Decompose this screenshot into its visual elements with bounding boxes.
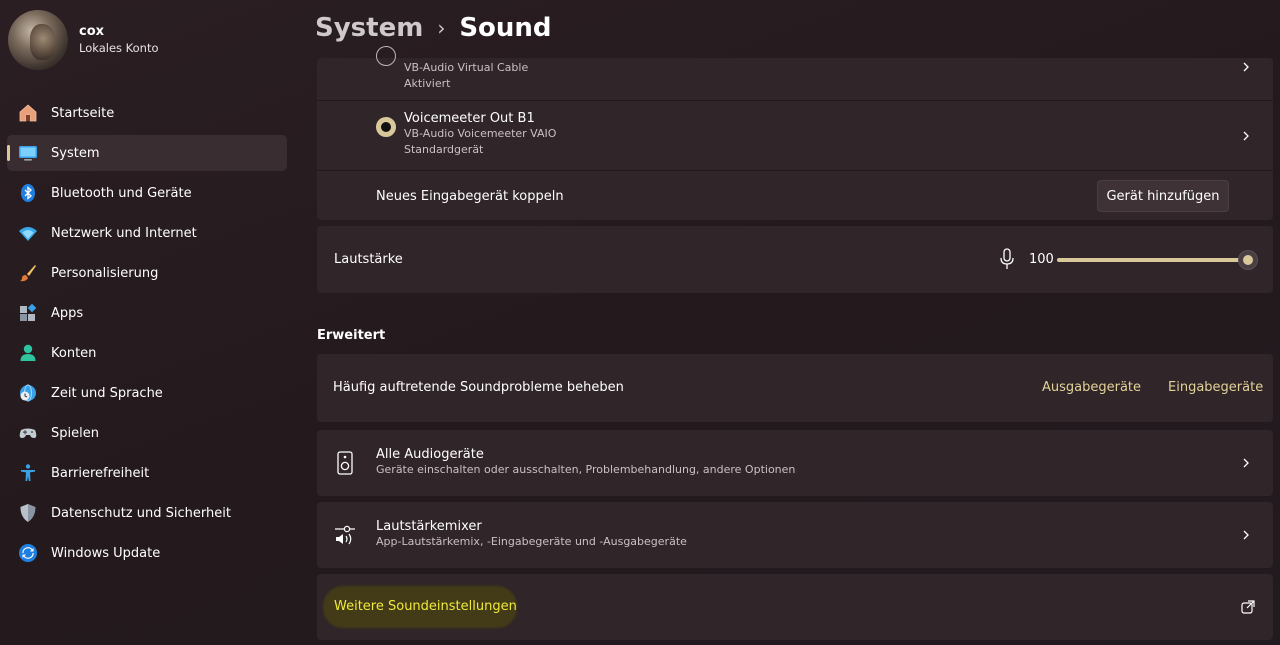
sidebar-item-datenschutz[interactable]: Datenschutz und Sicherheit xyxy=(7,495,287,531)
monitor-icon xyxy=(18,143,38,163)
avatar[interactable] xyxy=(8,10,68,70)
section-title-erweitert: Erweitert xyxy=(317,328,386,343)
all-audio-devices-text: Alle Audiogeräte Geräte einschalten oder… xyxy=(376,447,795,478)
pair-device-row: Neues Eingabegerät koppeln Gerät hinzufü… xyxy=(317,170,1273,220)
chevron-right-icon xyxy=(1243,458,1249,468)
sidebar-item-barrierefreiheit[interactable]: Barrierefreiheit xyxy=(7,455,287,491)
input-devices-card: VB-Audio Virtual Cable Aktiviert Voiceme… xyxy=(317,46,1273,220)
chevron-right-icon xyxy=(1243,62,1249,72)
brush-icon xyxy=(18,263,38,283)
device-radio[interactable] xyxy=(376,46,396,66)
sidebar-item-startseite[interactable]: Startseite xyxy=(7,95,287,131)
device-driver: VB-Audio Voicemeeter VAIO xyxy=(404,127,557,140)
add-device-button[interactable]: Gerät hinzufügen xyxy=(1097,180,1229,212)
sidebar-item-label: Konten xyxy=(51,345,97,361)
volume-slider-track[interactable] xyxy=(1057,258,1247,262)
sidebar-item-konten[interactable]: Konten xyxy=(7,335,287,371)
troubleshoot-label: Häufig auftretende Soundprobleme beheben xyxy=(333,380,624,395)
sidebar-item-label: Startseite xyxy=(51,105,115,121)
device-driver: VB-Audio Virtual Cable xyxy=(404,61,529,74)
sidebar-item-label: Barrierefreiheit xyxy=(51,465,150,481)
shield-icon xyxy=(18,503,38,523)
pair-device-label: Neues Eingabegerät koppeln xyxy=(376,189,564,204)
volume-mixer-title: Lautstärkemixer xyxy=(376,519,482,534)
gamepad-icon xyxy=(18,423,38,443)
sidebar-item-label: Bluetooth und Geräte xyxy=(51,185,192,201)
sidebar-item-zeit-sprache[interactable]: Zeit und Sprache xyxy=(7,375,287,411)
profile-name: cox xyxy=(79,24,105,39)
all-audio-devices-title: Alle Audiogeräte xyxy=(376,447,484,462)
chevron-right-icon xyxy=(1243,530,1249,540)
volume-slider-thumb[interactable] xyxy=(1238,250,1258,270)
sidebar-item-label: Zeit und Sprache xyxy=(51,385,163,401)
device-text: Voicemeeter Out B1 VB-Audio Voicemeeter … xyxy=(404,111,556,158)
profile-text: cox Lokales Konto xyxy=(79,24,159,56)
sidebar-item-label: Windows Update xyxy=(51,545,161,561)
external-link-icon xyxy=(1241,600,1255,614)
chevron-right-icon xyxy=(1243,131,1249,141)
apps-icon xyxy=(18,303,38,323)
volume-mixer-sub: App-Lautstärkemix, -Eingabegeräte und -A… xyxy=(376,535,687,548)
profile-account: Lokales Konto xyxy=(79,41,159,55)
device-status: Standardgerät xyxy=(404,143,484,156)
breadcrumb: System › Sound xyxy=(315,10,552,46)
wifi-icon xyxy=(18,223,38,243)
device-row-voicemeeter[interactable]: Voicemeeter Out B1 VB-Audio Voicemeeter … xyxy=(317,100,1273,170)
sidebar-item-spielen[interactable]: Spielen xyxy=(7,415,287,451)
profile[interactable]: cox Lokales Konto xyxy=(8,10,159,70)
device-status: Aktiviert xyxy=(404,77,451,90)
page-title: Sound xyxy=(459,13,552,43)
sidebar-item-personalisierung[interactable]: Personalisierung xyxy=(7,255,287,291)
sidebar-item-network[interactable]: Netzwerk und Internet xyxy=(7,215,287,251)
sidebar-item-apps[interactable]: Apps xyxy=(7,295,287,331)
sidebar-item-label: Apps xyxy=(51,305,84,321)
globe-clock-icon xyxy=(18,383,38,403)
home-icon xyxy=(18,103,38,123)
device-text: VB-Audio Virtual Cable Aktiviert xyxy=(404,60,528,92)
more-sound-settings-label: Weitere Soundeinstellungen xyxy=(334,599,517,614)
device-row-vb-cable[interactable]: VB-Audio Virtual Cable Aktiviert xyxy=(317,46,1273,100)
person-icon xyxy=(18,343,38,363)
volume-label: Lautstärke xyxy=(334,252,403,267)
sidebar: cox Lokales Konto Startseite System Blue… xyxy=(0,0,300,645)
sidebar-item-bluetooth[interactable]: Bluetooth und Geräte xyxy=(7,175,287,211)
input-devices-link[interactable]: Eingabegeräte xyxy=(1168,380,1263,395)
device-radio-selected[interactable] xyxy=(376,117,396,137)
sidebar-item-label: Spielen xyxy=(51,425,99,441)
accessibility-icon xyxy=(18,463,38,483)
volume-mixer-row[interactable]: Lautstärkemixer App-Lautstärkemix, -Eing… xyxy=(317,502,1273,568)
sidebar-item-label: Netzwerk und Internet xyxy=(51,225,197,241)
more-sound-settings-row[interactable]: Weitere Soundeinstellungen xyxy=(317,574,1273,640)
mixer-icon xyxy=(335,525,355,545)
microphone-icon[interactable] xyxy=(999,248,1015,270)
volume-value: 100 xyxy=(1029,252,1054,267)
update-icon xyxy=(18,543,38,563)
breadcrumb-parent[interactable]: System xyxy=(315,13,423,43)
all-audio-devices-row[interactable]: Alle Audiogeräte Geräte einschalten oder… xyxy=(317,430,1273,496)
all-audio-devices-sub: Geräte einschalten oder ausschalten, Pro… xyxy=(376,463,796,476)
device-name: Voicemeeter Out B1 xyxy=(404,111,535,126)
breadcrumb-separator: › xyxy=(437,16,446,40)
output-devices-link[interactable]: Ausgabegeräte xyxy=(1042,380,1141,395)
sidebar-item-label: Datenschutz und Sicherheit xyxy=(51,505,231,521)
troubleshoot-card: Häufig auftretende Soundprobleme beheben… xyxy=(317,354,1273,422)
bluetooth-icon xyxy=(18,183,38,203)
sidebar-nav: Startseite System Bluetooth und Geräte N… xyxy=(7,95,287,575)
sidebar-item-label: Personalisierung xyxy=(51,265,159,281)
sidebar-item-label: System xyxy=(51,145,100,161)
volume-mixer-text: Lautstärkemixer App-Lautstärkemix, -Eing… xyxy=(376,519,687,550)
volume-card: Lautstärke 100 xyxy=(317,226,1273,293)
sidebar-item-windows-update[interactable]: Windows Update xyxy=(7,535,287,571)
speaker-icon xyxy=(337,451,353,475)
sidebar-item-system[interactable]: System xyxy=(7,135,287,171)
